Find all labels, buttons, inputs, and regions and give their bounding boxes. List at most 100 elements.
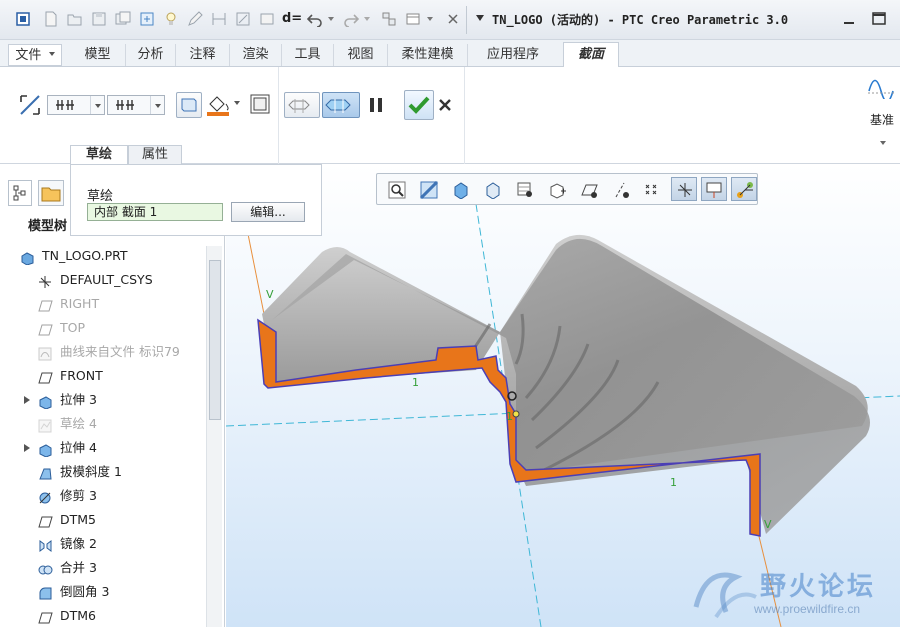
shading-icon[interactable] (447, 177, 473, 201)
tab-applications[interactable]: 应用程序 (468, 44, 558, 66)
scrollbar-thumb[interactable] (209, 260, 221, 420)
tree-item-label: 合并 3 (60, 560, 97, 575)
tree-item-label: FRONT (60, 368, 103, 383)
bulb-icon[interactable] (162, 10, 180, 28)
expand-arrow-icon[interactable] (24, 396, 34, 404)
datum-label[interactable]: 基准 (870, 111, 894, 128)
save-icon[interactable] (90, 10, 108, 28)
part-icon (20, 249, 35, 266)
chevron-down-icon[interactable] (364, 17, 370, 24)
windows-icon[interactable] (380, 10, 398, 28)
zoom-icon[interactable] (383, 177, 409, 201)
expand-arrow-icon[interactable] (24, 444, 34, 452)
pause-icon[interactable] (368, 97, 384, 116)
tab-properties[interactable]: 属性 (128, 145, 182, 165)
annotation-display-icon[interactable] (701, 177, 727, 201)
model-tree-tab-icon[interactable] (8, 180, 32, 206)
curve-icon (38, 345, 53, 361)
undo-icon[interactable] (306, 10, 324, 28)
sketch-icon[interactable] (234, 10, 252, 28)
tab-tools[interactable]: 工具 (282, 44, 334, 66)
svg-text:V: V (266, 288, 274, 301)
new-icon[interactable] (42, 10, 60, 28)
datum-plane-display-icon[interactable] (575, 177, 601, 201)
zoom-fit-icon[interactable] (415, 177, 441, 201)
tab-model[interactable]: 模型 (70, 44, 126, 66)
edit-icon[interactable] (186, 10, 204, 28)
datum-icon[interactable] (866, 75, 896, 103)
view-manager-icon[interactable] (511, 177, 537, 201)
chevron-down-icon[interactable] (234, 101, 240, 108)
open-icon[interactable] (66, 10, 84, 28)
plane-icon (38, 513, 53, 528)
preview-button[interactable] (284, 92, 320, 118)
tab-render[interactable]: 渲染 (230, 44, 282, 66)
hatch-icon[interactable] (248, 92, 272, 119)
windows-list-icon[interactable] (404, 10, 422, 28)
tab-annotate[interactable]: 注释 (176, 44, 230, 66)
tree-item[interactable]: 镜像 2 (0, 532, 205, 556)
tree-item[interactable]: 拉伸 3 (0, 388, 205, 412)
color-fill-icon[interactable] (206, 92, 234, 121)
flip-section-icon[interactable] (18, 93, 42, 120)
tree-item-label: RIGHT (60, 296, 100, 311)
model-tree-label[interactable]: 模型树 (28, 215, 67, 234)
spin-center-icon[interactable] (731, 177, 757, 201)
tree-item[interactable]: DTM6 (0, 604, 205, 627)
perspective-icon[interactable] (543, 177, 569, 201)
tree-item[interactable]: 拔模斜度 1 (0, 460, 205, 484)
close-window-icon[interactable] (444, 10, 462, 28)
tree-item[interactable]: 拉伸 4 (0, 436, 205, 460)
edit-button[interactable]: 编辑... (231, 202, 305, 222)
window-icon[interactable] (14, 10, 32, 28)
tab-sketch[interactable]: 草绘 (70, 145, 128, 165)
chevron-down-icon[interactable] (427, 17, 433, 24)
csys-display-icon[interactable] (671, 177, 697, 201)
tree-item[interactable]: FRONT (0, 364, 205, 388)
tree-item[interactable]: TN_LOGO.PRT (0, 244, 205, 268)
tab-section[interactable]: 截面 (563, 42, 619, 68)
datum-axis-display-icon[interactable] (607, 177, 633, 201)
tab-view[interactable]: 视图 (334, 44, 388, 66)
tree-item[interactable]: 倒圆角 3 (0, 580, 205, 604)
save-copy-icon[interactable] (114, 10, 132, 28)
tree-item[interactable]: 草绘 4 (0, 412, 205, 436)
chevron-down-icon[interactable] (880, 141, 886, 148)
offset-dropdown-2[interactable] (107, 95, 165, 115)
point-display-icon[interactable] (639, 177, 665, 201)
chevron-down-icon[interactable] (328, 17, 334, 24)
model-tree: TN_LOGO.PRT DEFAULT_CSYS RIGHT TOP 曲线来自文件 标识… (0, 236, 225, 627)
show-section-button[interactable] (176, 92, 202, 118)
tree-item[interactable]: DEFAULT_CSYS (0, 268, 205, 292)
svg-text:1: 1 (506, 410, 513, 423)
title-menu-icon[interactable] (476, 15, 484, 25)
navigator-header: 模型树 (0, 164, 70, 236)
maximize-icon[interactable] (868, 8, 890, 30)
tree-item[interactable]: TOP (0, 316, 205, 340)
tree-item-label: DTM6 (60, 608, 96, 623)
tree-item[interactable]: DTM5 (0, 508, 205, 532)
tree-item[interactable]: 曲线来自文件 标识79 (0, 340, 205, 364)
minimize-icon[interactable] (838, 8, 860, 30)
relations-label[interactable]: d= (282, 11, 302, 26)
tree-scrollbar[interactable] (206, 246, 222, 627)
redo-icon[interactable] (342, 10, 360, 28)
tab-analysis[interactable]: 分析 (126, 44, 176, 66)
tree-item[interactable]: RIGHT (0, 292, 205, 316)
sketch-collector[interactable]: 内部 截面 1 (87, 203, 223, 221)
preview-section-button[interactable] (322, 92, 360, 118)
apply-button[interactable] (404, 90, 434, 120)
cancel-x-icon[interactable] (438, 98, 452, 115)
folder-browser-icon[interactable] (38, 180, 64, 206)
relation-icon[interactable] (258, 10, 276, 28)
tab-flexible-modeling[interactable]: 柔性建模 (388, 44, 468, 66)
saved-views-icon[interactable] (479, 177, 505, 201)
tree-item[interactable]: 修剪 3 (0, 484, 205, 508)
chevron-down-icon (150, 96, 164, 114)
tab-file[interactable]: 文件 (8, 44, 62, 66)
tree-item[interactable]: 合并 3 (0, 556, 205, 580)
offset-dropdown[interactable] (47, 95, 105, 115)
extrude-icon (38, 393, 53, 410)
dimension-icon[interactable] (210, 10, 228, 28)
regenerate-icon[interactable] (138, 10, 156, 28)
